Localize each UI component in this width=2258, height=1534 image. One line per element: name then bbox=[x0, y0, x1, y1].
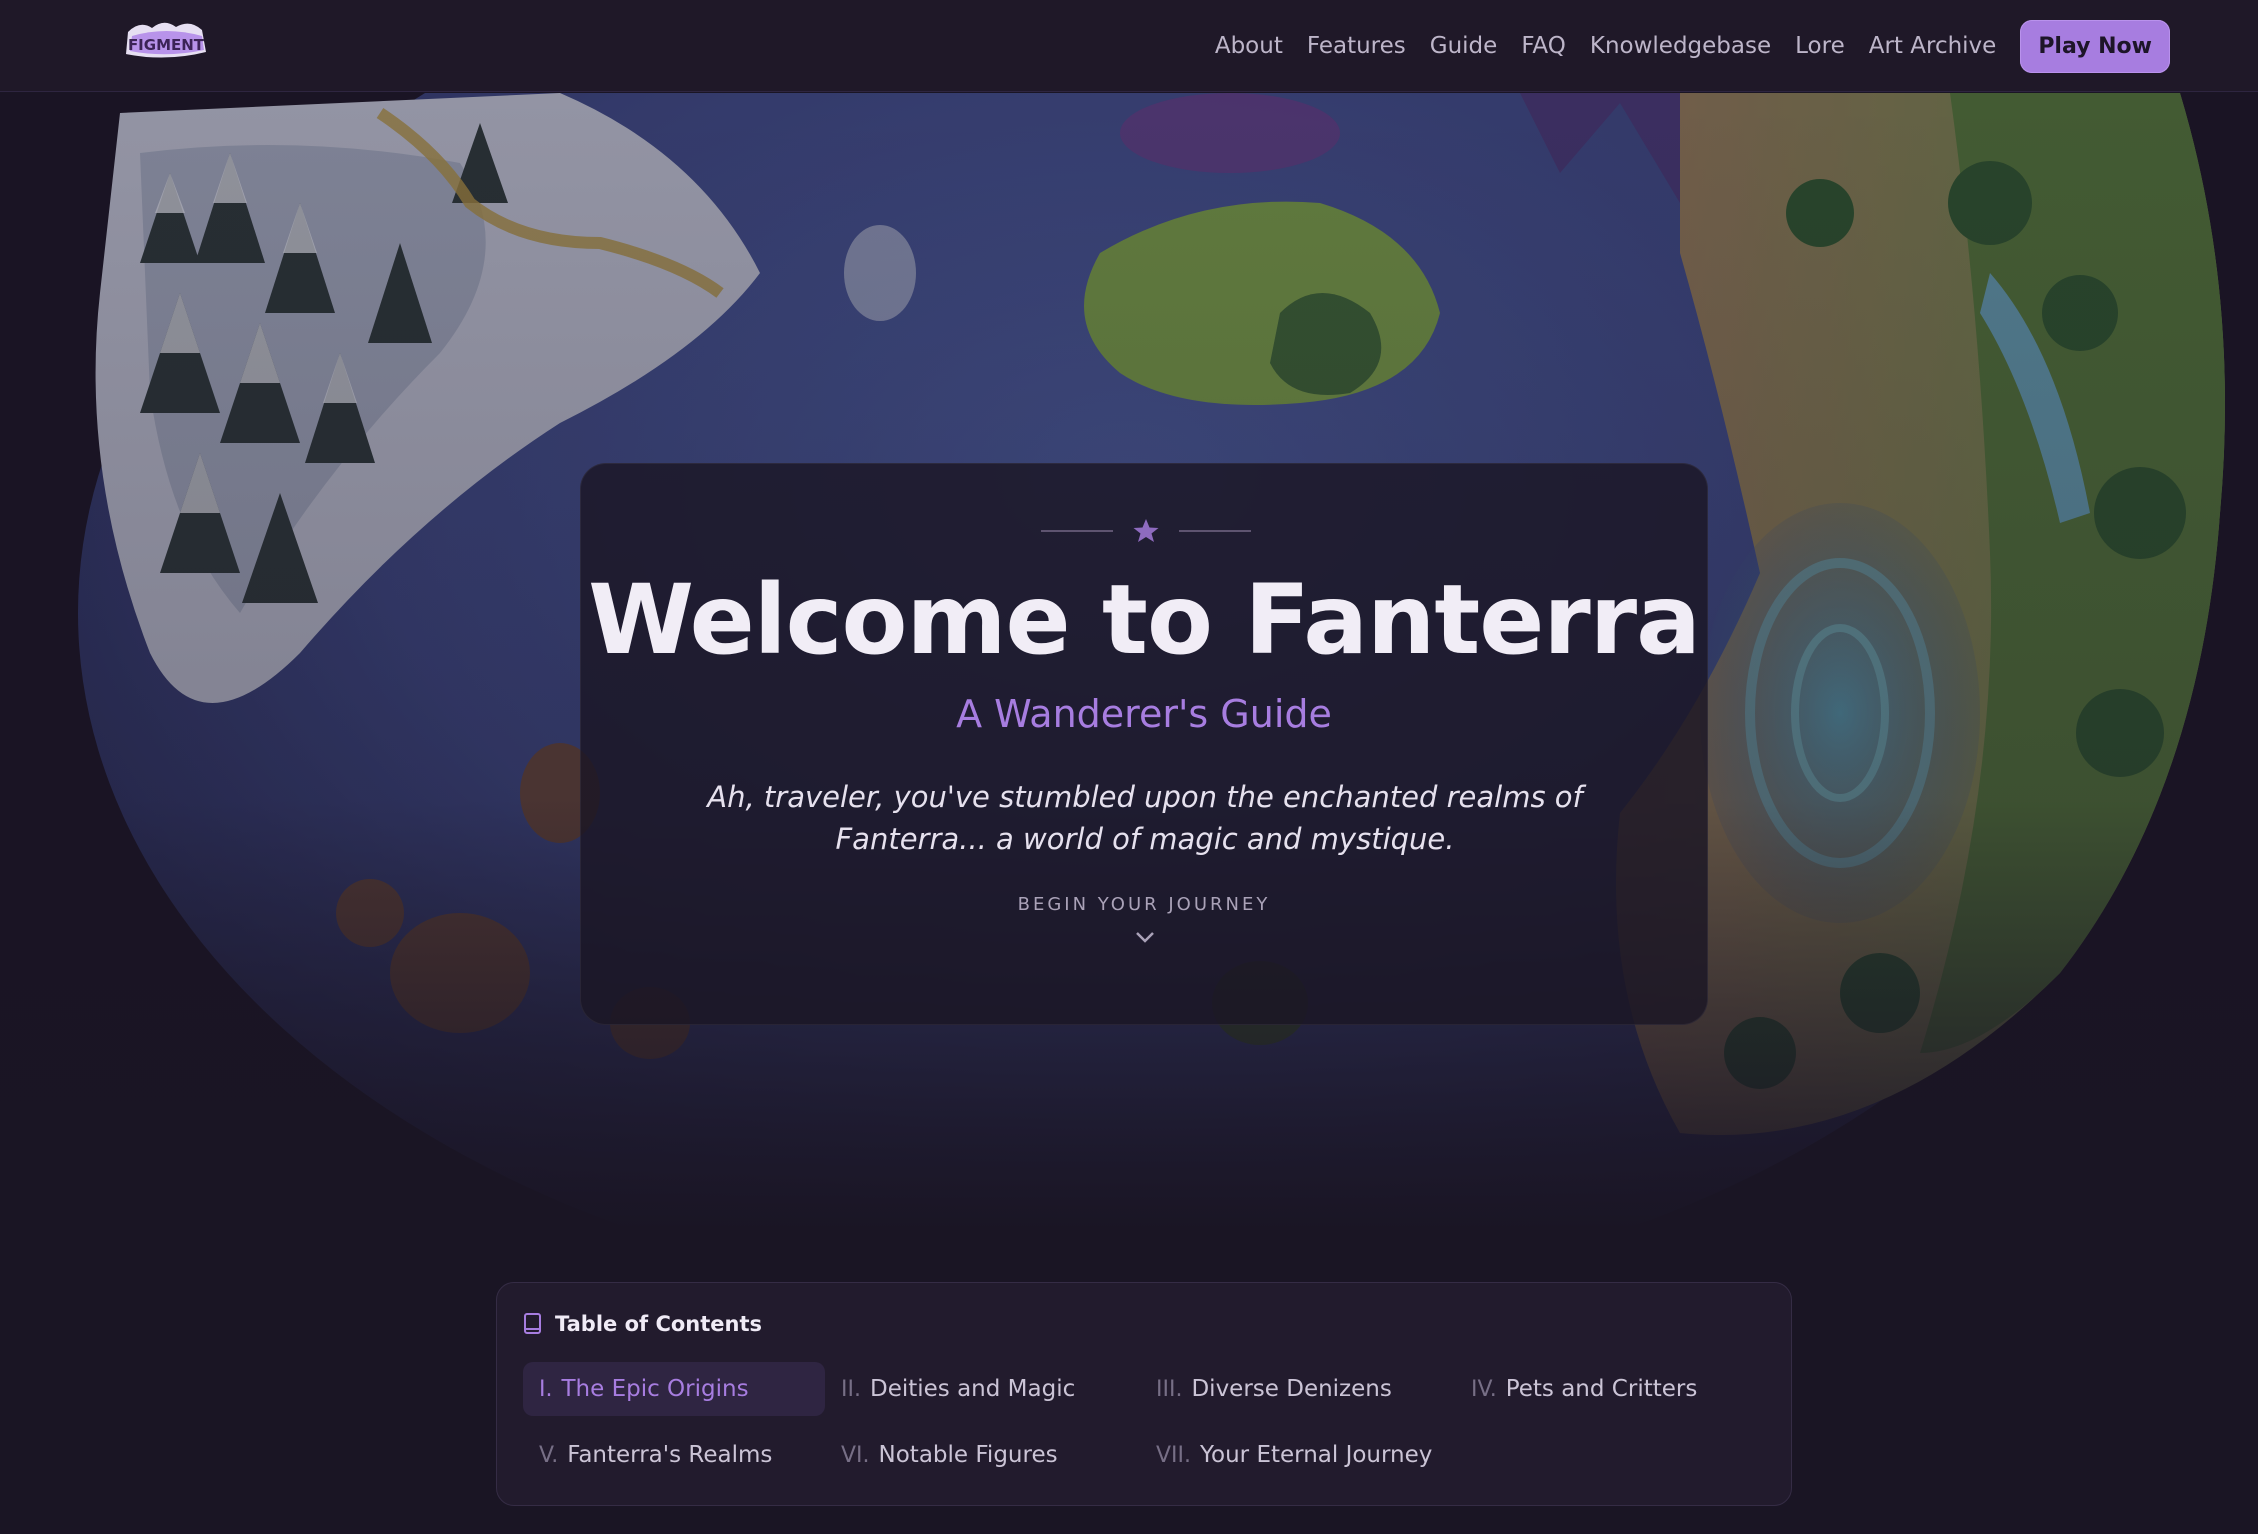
table-of-contents: Table of Contents I. The Epic Origins II… bbox=[496, 1282, 1792, 1506]
toc-header: Table of Contents bbox=[523, 1309, 762, 1339]
star-icon bbox=[1041, 519, 1251, 542]
nav-link-art-archive[interactable]: Art Archive bbox=[1869, 33, 1997, 59]
hero-subtitle: A Wanderer's Guide bbox=[956, 692, 1332, 736]
nav-link-knowledgebase[interactable]: Knowledgebase bbox=[1590, 33, 1771, 59]
hero-title: Welcome to Fanterra bbox=[588, 564, 1701, 676]
nav-link-about[interactable]: About bbox=[1215, 33, 1283, 59]
nav-links: About Features Guide FAQ Knowledgebase L… bbox=[1215, 0, 2258, 92]
nav-link-features[interactable]: Features bbox=[1307, 33, 1406, 59]
toc-item-number: II. bbox=[841, 1376, 861, 1402]
chevron-down-icon[interactable] bbox=[1135, 930, 1155, 944]
logo-text: FIGMENT bbox=[128, 36, 205, 54]
hero-card: Welcome to Fanterra A Wanderer's Guide A… bbox=[580, 463, 1708, 1025]
book-icon bbox=[524, 1313, 541, 1334]
toc-item-label: Pets and Critters bbox=[1505, 1376, 1698, 1402]
toc-item-number: III. bbox=[1156, 1376, 1183, 1402]
toc-item-number: V. bbox=[539, 1442, 559, 1468]
figment-logo[interactable]: FIGMENT bbox=[118, 18, 214, 64]
toc-item-number: I. bbox=[539, 1376, 553, 1402]
toc-item-label: Diverse Denizens bbox=[1191, 1376, 1392, 1402]
toc-item-number: IV. bbox=[1471, 1376, 1497, 1402]
hero-section: Welcome to Fanterra A Wanderer's Guide A… bbox=[0, 93, 2258, 1233]
nav-link-lore[interactable]: Lore bbox=[1795, 33, 1845, 59]
toc-item-number: VI. bbox=[841, 1442, 870, 1468]
toc-item-epic-origins[interactable]: I. The Epic Origins bbox=[523, 1362, 825, 1416]
toc-item-number: VII. bbox=[1156, 1442, 1192, 1468]
toc-item-diverse-denizens[interactable]: III. Diverse Denizens bbox=[1140, 1362, 1455, 1416]
toc-item-pets-and-critters[interactable]: IV. Pets and Critters bbox=[1455, 1362, 1757, 1416]
nav-link-faq[interactable]: FAQ bbox=[1521, 33, 1566, 59]
top-navbar: FIGMENT About Features Guide FAQ Knowled… bbox=[0, 0, 2258, 92]
play-now-button[interactable]: Play Now bbox=[2020, 19, 2170, 73]
toc-item-label: Fanterra's Realms bbox=[567, 1442, 773, 1468]
toc-item-label: The Epic Origins bbox=[561, 1376, 749, 1402]
hero-intro-text: Ah, traveler, you've stumbled upon the e… bbox=[707, 780, 1583, 856]
nav-link-guide[interactable]: Guide bbox=[1430, 33, 1498, 59]
toc-item-notable-figures[interactable]: VI. Notable Figures bbox=[825, 1428, 1140, 1482]
toc-item-label: Notable Figures bbox=[878, 1442, 1058, 1468]
toc-item-your-eternal-journey[interactable]: VII. Your Eternal Journey bbox=[1140, 1428, 1455, 1482]
toc-item-deities-and-magic[interactable]: II. Deities and Magic bbox=[825, 1362, 1140, 1416]
toc-title: Table of Contents bbox=[555, 1312, 763, 1336]
toc-item-label: Your Eternal Journey bbox=[1200, 1442, 1433, 1468]
toc-grid: I. The Epic Origins II. Deities and Magi… bbox=[523, 1362, 1771, 1482]
begin-journey-link[interactable]: BEGIN YOUR JOURNEY bbox=[581, 894, 1707, 915]
toc-item-label: Deities and Magic bbox=[869, 1376, 1076, 1402]
toc-item-fanterras-realms[interactable]: V. Fanterra's Realms bbox=[523, 1428, 825, 1482]
